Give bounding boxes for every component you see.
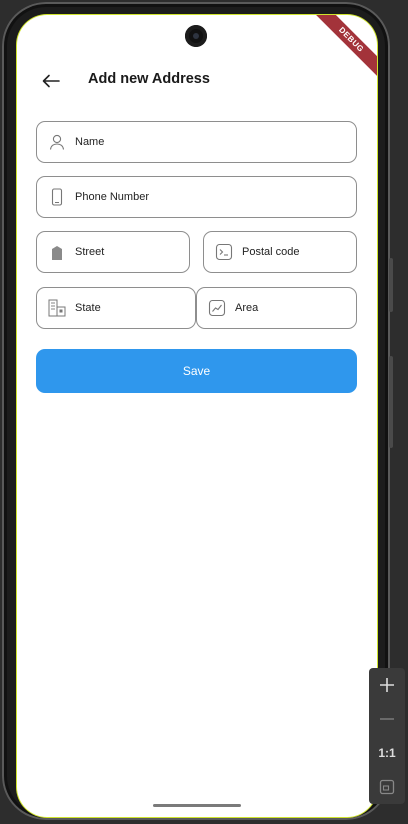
person-icon: [47, 132, 67, 152]
phone-icon: [47, 187, 67, 207]
state-label: State: [75, 302, 101, 314]
phone-screen: DEBUG Add new Address Name Phone Number …: [17, 15, 377, 817]
page-title: Add new Address: [88, 71, 210, 87]
actual-size-button[interactable]: 1:1: [369, 736, 405, 770]
building-icon: [47, 242, 67, 262]
minus-icon: [380, 718, 394, 720]
save-button[interactable]: Save: [36, 349, 357, 393]
power-button: [389, 258, 393, 312]
phone-number-label: Phone Number: [75, 191, 149, 203]
postal-code-field[interactable]: Postal code: [203, 231, 357, 273]
volume-button: [389, 356, 393, 448]
plus-icon: [380, 678, 394, 692]
fit-screen-button[interactable]: [369, 770, 405, 804]
home-indicator[interactable]: [153, 804, 241, 807]
app-bar: Add new Address: [17, 63, 377, 99]
emulator-toolbar: 1:1: [369, 668, 405, 804]
terminal-icon: [214, 242, 234, 262]
state-field[interactable]: State: [36, 287, 196, 329]
street-label: Street: [75, 246, 105, 258]
emulator-stage: DEBUG Add new Address Name Phone Number …: [0, 0, 408, 824]
front-camera: [185, 25, 207, 47]
zoom-in-button[interactable]: [369, 668, 405, 702]
city-icon: [47, 298, 67, 318]
back-button[interactable]: [37, 67, 65, 95]
phone-number-field[interactable]: Phone Number: [36, 176, 357, 218]
fit-screen-icon: [379, 779, 395, 795]
name-label: Name: [75, 136, 105, 148]
area-field[interactable]: Area: [196, 287, 357, 329]
arrow-left-icon: [42, 74, 60, 88]
zoom-out-button[interactable]: [369, 702, 405, 736]
area-label: Area: [235, 302, 259, 314]
street-field[interactable]: Street: [36, 231, 190, 273]
chart-icon: [207, 298, 227, 318]
postal-code-label: Postal code: [242, 246, 300, 258]
name-field[interactable]: Name: [36, 121, 357, 163]
